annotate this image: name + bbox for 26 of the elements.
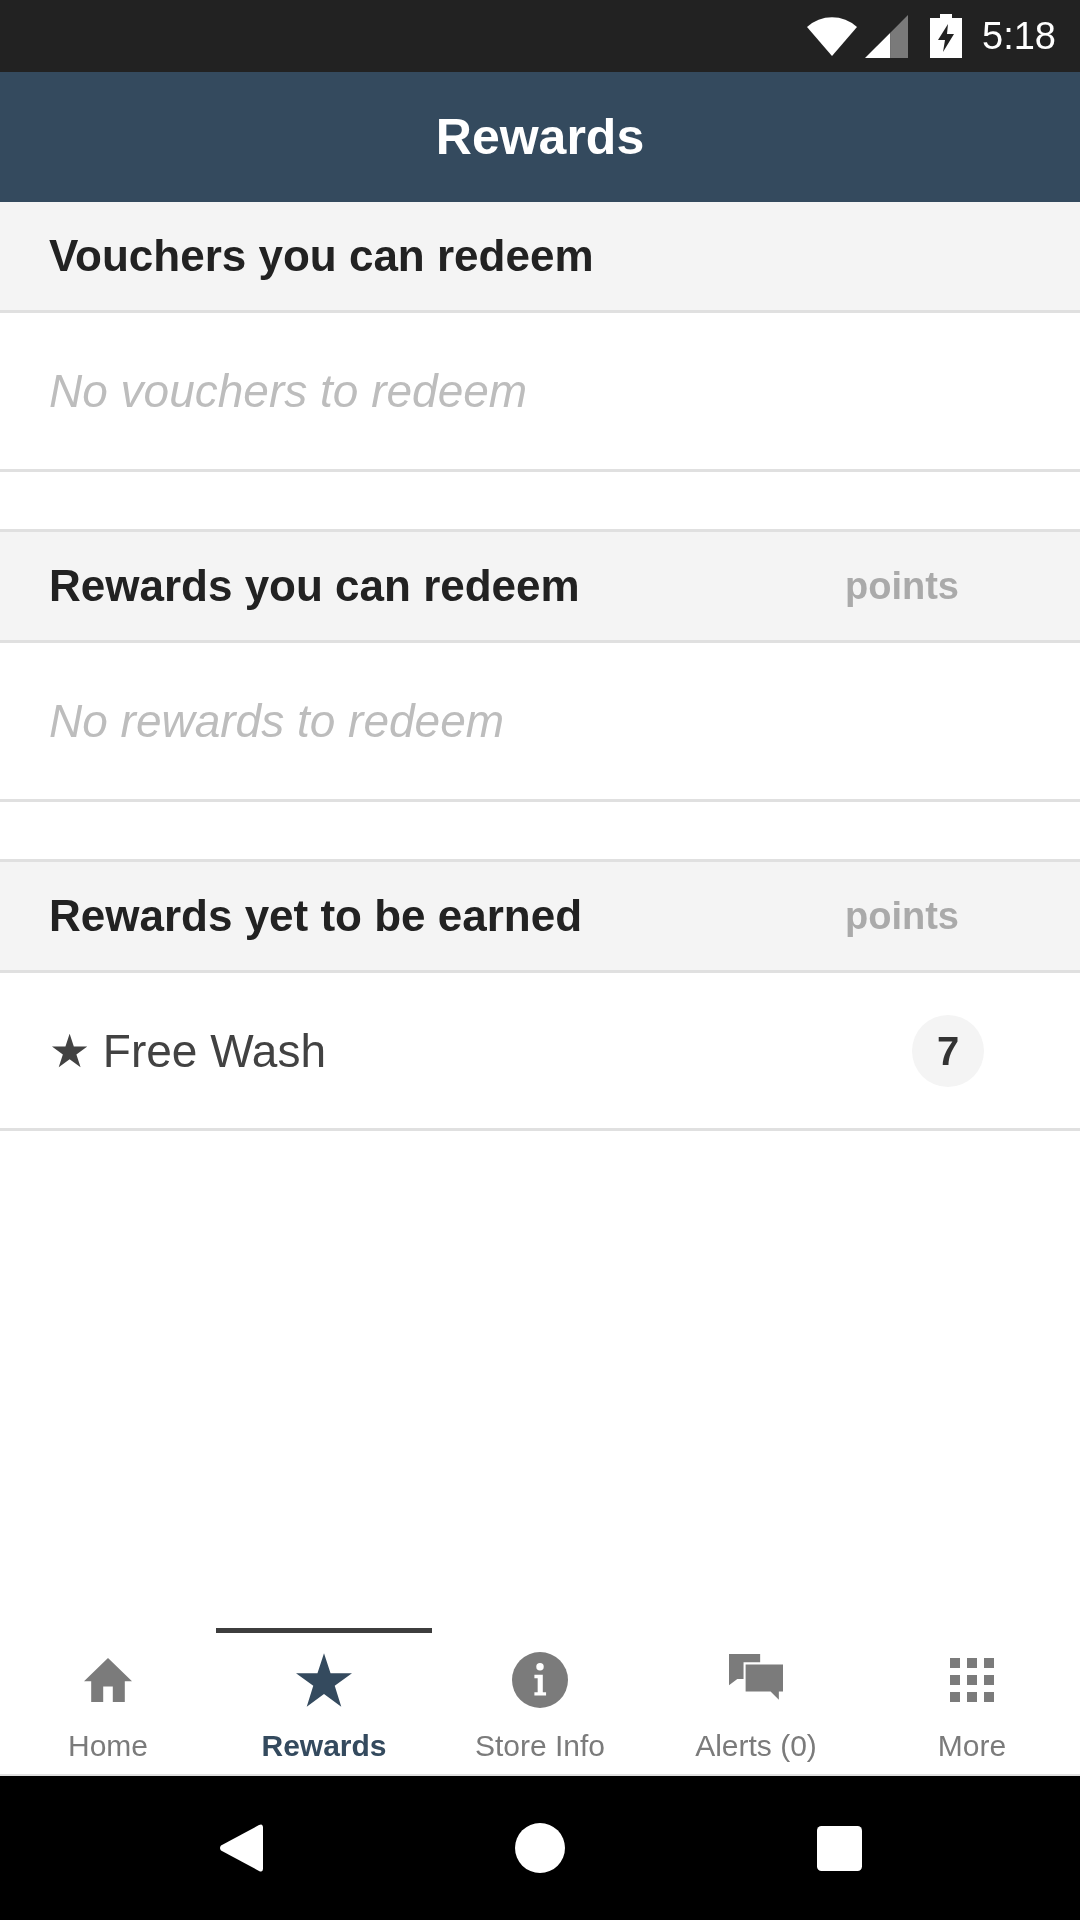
points-badge: 7 bbox=[912, 1014, 984, 1087]
battery-charging-icon bbox=[930, 14, 963, 58]
section-title: Rewards yet to be earned bbox=[49, 894, 583, 938]
nav-tab[interactable]: Home bbox=[0, 1620, 216, 1774]
house-icon bbox=[84, 1658, 132, 1702]
signal-icon bbox=[865, 14, 909, 58]
status-time: 5:18 bbox=[982, 17, 1056, 55]
back-icon[interactable] bbox=[218, 1822, 263, 1874]
nav-tab[interactable]: More bbox=[864, 1620, 1080, 1774]
recents-square-icon[interactable] bbox=[816, 1825, 862, 1871]
empty-message: No vouchers to redeem bbox=[49, 368, 528, 414]
info-icon bbox=[512, 1652, 568, 1708]
reward-name: ★ Free Wash bbox=[49, 1027, 327, 1074]
grid-icon bbox=[950, 1658, 994, 1702]
section-title: Rewards you can redeem bbox=[49, 564, 580, 608]
nav-tab[interactable]: Store Info bbox=[432, 1620, 648, 1774]
wifi-icon bbox=[807, 16, 858, 56]
star-icon bbox=[296, 1653, 352, 1707]
screen-title: Rewards bbox=[435, 112, 645, 162]
section-title: Vouchers you can redeem bbox=[49, 234, 594, 278]
points-column-label: points bbox=[845, 567, 959, 605]
home-circle-icon[interactable] bbox=[514, 1823, 565, 1873]
empty-message: No rewards to redeem bbox=[49, 698, 505, 744]
nav-tab[interactable]: Alerts (0) bbox=[648, 1620, 864, 1774]
points-column-label: points bbox=[845, 897, 959, 935]
nav-tab[interactable]: Rewards bbox=[216, 1620, 432, 1774]
